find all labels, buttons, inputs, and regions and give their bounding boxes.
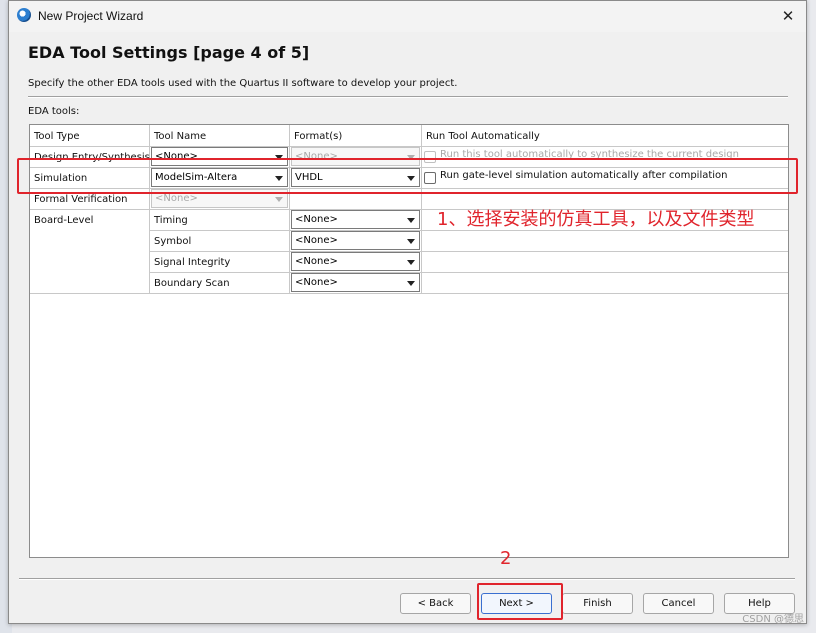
finish-button[interactable]: Finish (562, 593, 633, 614)
chevron-down-icon (407, 281, 415, 286)
format-select-signal-integrity[interactable]: <None> (291, 252, 420, 271)
format-value: <None> (295, 277, 338, 288)
chevron-down-icon (407, 260, 415, 265)
tool-name-signal-integrity: Signal Integrity (154, 257, 231, 268)
chevron-down-icon (275, 197, 283, 202)
grid-line (30, 293, 788, 294)
tool-name-symbol: Symbol (154, 236, 192, 247)
title-bar: New Project Wizard ✕ (9, 1, 806, 32)
eda-tools-label: EDA tools: (28, 106, 80, 117)
header-run-tool-automatically[interactable]: Run Tool Automatically (424, 126, 784, 147)
page-title: EDA Tool Settings [page 4 of 5] (28, 43, 310, 62)
header-tool-type[interactable]: Tool Type (32, 126, 150, 147)
tool-name-boundary-scan: Boundary Scan (154, 278, 230, 289)
header-divider (28, 96, 788, 98)
close-button[interactable]: ✕ (776, 4, 800, 28)
chevron-down-icon (407, 239, 415, 244)
new-project-wizard-dialog: New Project Wizard ✕ EDA Tool Settings [… (8, 0, 807, 624)
tool-name-value: <None> (155, 193, 198, 204)
format-value: <None> (295, 214, 338, 225)
cancel-button[interactable]: Cancel (643, 593, 714, 614)
annotation-note-1: 1、选择安装的仿真工具，以及文件类型 (437, 209, 755, 230)
window-title: New Project Wizard (38, 9, 144, 23)
quartus-app-icon (17, 8, 31, 22)
header-tool-name[interactable]: Tool Name (152, 126, 290, 147)
tool-name-timing: Timing (154, 215, 188, 226)
annotation-note-2: 2 (500, 548, 512, 569)
chevron-down-icon (407, 218, 415, 223)
tool-type-board-level: Board-Level (34, 215, 94, 226)
format-value: <None> (295, 235, 338, 246)
footer-divider (19, 578, 795, 580)
back-button[interactable]: < Back (400, 593, 471, 614)
watermark: CSDN @德思 (742, 614, 804, 625)
annotation-box-simulation-row (17, 158, 798, 194)
format-select-timing[interactable]: <None> (291, 210, 420, 229)
page-subtitle: Specify the other EDA tools used with th… (28, 78, 458, 89)
header-formats[interactable]: Format(s) (292, 126, 422, 147)
annotation-box-next-button (477, 583, 563, 620)
format-select-symbol[interactable]: <None> (291, 231, 420, 250)
format-value: <None> (295, 256, 338, 267)
format-select-boundary-scan[interactable]: <None> (291, 273, 420, 292)
